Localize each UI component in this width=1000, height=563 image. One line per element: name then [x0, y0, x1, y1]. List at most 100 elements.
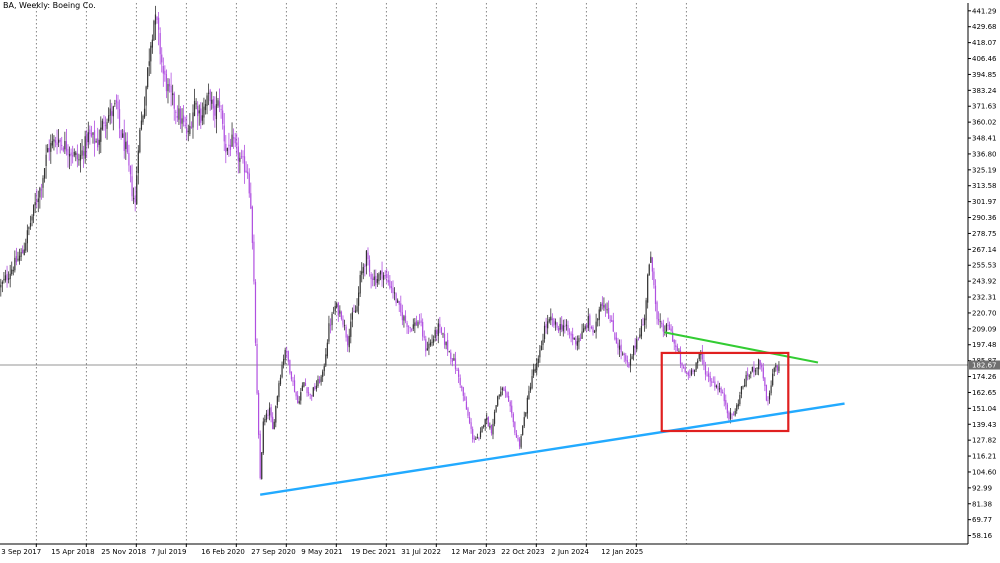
- candle-up-body: [206, 95, 208, 107]
- candle-down-body: [720, 387, 722, 394]
- x-tick-label: 25 Nov 2018: [101, 548, 146, 556]
- candle-up-body: [376, 279, 378, 283]
- candle-down-body: [709, 376, 711, 382]
- y-tick-label: 290.36: [972, 214, 997, 222]
- candle-down-body: [173, 93, 175, 109]
- candle-up-body: [537, 358, 539, 364]
- candle-down-body: [564, 325, 566, 327]
- candle-up-body: [356, 306, 358, 312]
- candle-up-body: [501, 388, 503, 391]
- candle-up-body: [136, 175, 138, 205]
- candle-down-body: [179, 108, 182, 124]
- candle-up-body: [73, 151, 75, 156]
- candle-down-body: [225, 143, 227, 153]
- candle-up-body: [114, 103, 116, 105]
- candle-up-body: [434, 329, 436, 338]
- axes-layer: 441.29 429.68 418.07 406.46 394.85 383.24 371.…: [0, 3, 1000, 556]
- candle-down-body: [620, 344, 622, 353]
- candle-down-body: [684, 367, 686, 373]
- y-tick-label: 232.31: [972, 294, 997, 302]
- candle-down-body: [759, 360, 761, 365]
- candle-down-body: [668, 324, 671, 330]
- candle-up-body: [100, 127, 102, 142]
- candle-down-body: [233, 137, 235, 139]
- candle-up-body: [547, 321, 549, 329]
- candle-down-body: [309, 393, 311, 395]
- candle-down-body: [579, 337, 582, 339]
- candle-down-body: [223, 125, 225, 142]
- candle-down-body: [439, 324, 441, 327]
- candle-down-body: [117, 101, 119, 110]
- candle-up-body: [279, 377, 282, 385]
- candle-up-body: [172, 93, 174, 96]
- candle-up-body: [362, 267, 364, 273]
- candle-up-body: [300, 392, 302, 401]
- candle-up-body: [47, 148, 49, 153]
- candle-down-body: [472, 429, 474, 440]
- candle-up-body: [648, 264, 650, 276]
- candle-up-body: [8, 278, 10, 280]
- candle-down-body: [76, 153, 78, 160]
- candle-up-body: [606, 309, 608, 311]
- candle-up-body: [273, 421, 275, 430]
- current-price-label: 182.67: [972, 362, 997, 370]
- candle-down-body: [267, 414, 269, 416]
- candle-down-body: [209, 90, 211, 102]
- y-tick-label: 81.38: [972, 500, 992, 508]
- candle-up-body: [51, 141, 53, 146]
- candle-down-body: [400, 303, 402, 313]
- candle-down-body: [375, 275, 377, 285]
- candle-down-body: [473, 438, 475, 440]
- candle-down-body: [89, 129, 91, 135]
- candle-down-body: [406, 322, 408, 328]
- candle-down-body: [623, 353, 625, 356]
- candle-up-body: [264, 418, 266, 423]
- candle-down-body: [197, 105, 199, 117]
- candle-down-body: [295, 391, 297, 397]
- candle-up-body: [428, 343, 430, 349]
- candle-up-body: [275, 406, 277, 423]
- candle-up-body: [112, 106, 114, 117]
- grid-layer: [0, 3, 968, 544]
- candle-down-body: [190, 126, 193, 128]
- candle-down-body: [572, 333, 574, 340]
- candle-up-body: [75, 152, 77, 155]
- y-tick-label: 139.43: [972, 421, 997, 429]
- candle-down-body: [767, 399, 769, 401]
- candle-up-body: [417, 322, 419, 327]
- candle-down-body: [592, 326, 594, 333]
- x-tick-label: 7 Jul 2019: [151, 548, 186, 556]
- candle-down-body: [776, 365, 778, 371]
- candle-down-body: [364, 265, 366, 267]
- candle-up-body: [373, 276, 375, 281]
- candle-up-body: [495, 405, 497, 412]
- candle-down-body: [654, 285, 657, 305]
- candle-up-body: [11, 269, 13, 275]
- candle-down-body: [245, 170, 247, 173]
- candle-up-body: [317, 379, 319, 387]
- candle-up-body: [737, 403, 739, 407]
- candle-down-body: [384, 275, 386, 277]
- candle-down-body: [97, 138, 99, 148]
- y-tick-label: 197.48: [972, 341, 997, 349]
- candle-down-body: [673, 340, 675, 344]
- candle-up-body: [768, 393, 771, 400]
- candle-down-body: [304, 383, 307, 387]
- candle-up-body: [79, 154, 82, 161]
- candle-down-body: [251, 206, 253, 243]
- candle-down-body: [692, 370, 694, 372]
- candle-up-body: [573, 337, 575, 340]
- candle-up-body: [142, 115, 144, 123]
- candle-down-body: [725, 400, 727, 405]
- candle-up-body: [565, 324, 568, 326]
- candle-down-body: [297, 395, 299, 403]
- candle-up-body: [81, 150, 83, 156]
- candle-up-body: [718, 388, 721, 390]
- candle-up-body: [268, 407, 271, 416]
- candle-down-body: [637, 338, 639, 340]
- candle-down-body: [164, 70, 166, 75]
- candle-up-body: [645, 300, 647, 321]
- candle-up-body: [323, 366, 325, 372]
- candle-down-body: [468, 416, 471, 423]
- candle-down-body: [104, 125, 107, 127]
